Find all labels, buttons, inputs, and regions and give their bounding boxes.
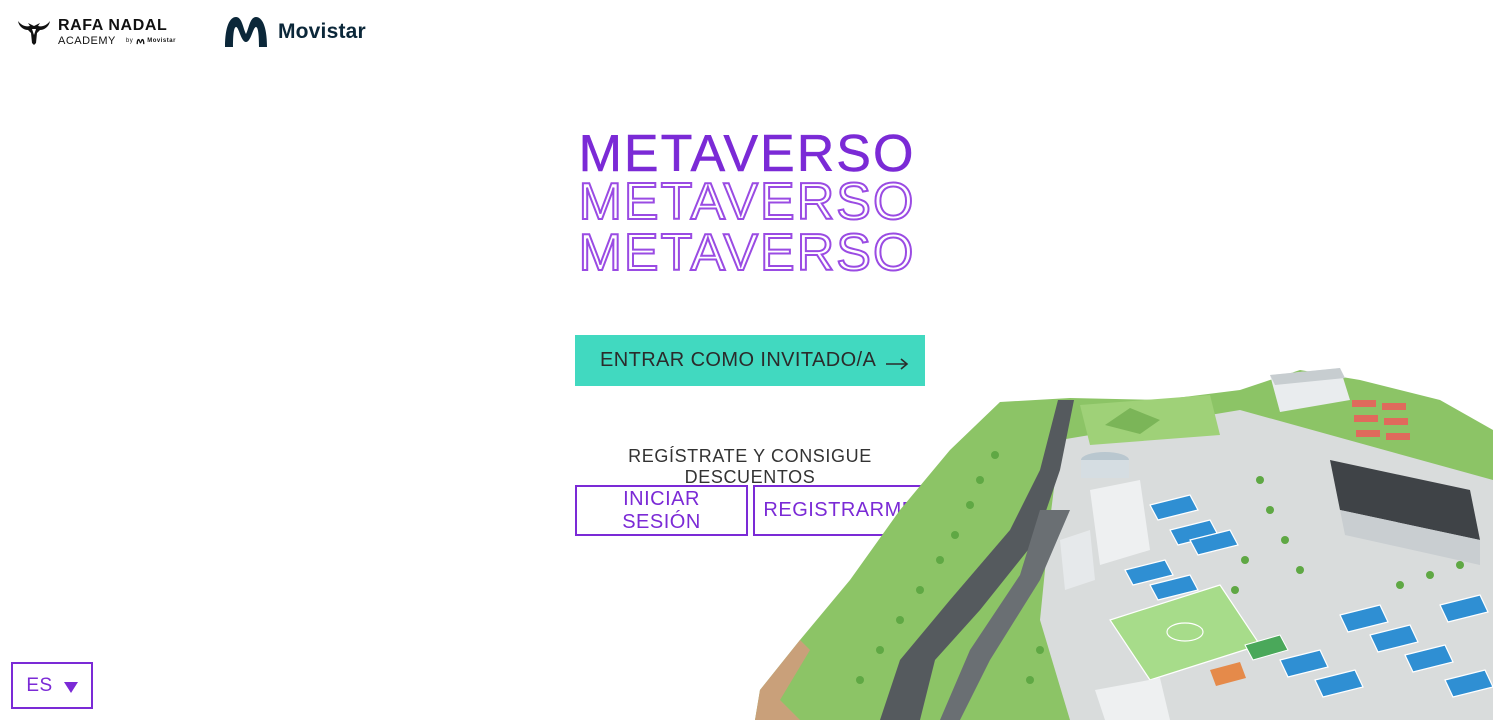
- partner-name: Movistar: [147, 38, 176, 44]
- title-line-3: METAVERSO: [578, 224, 915, 280]
- language-value: ES: [26, 674, 53, 696]
- movistar-mini-icon: [136, 38, 145, 44]
- academy-campus-illustration: [740, 360, 1493, 720]
- movistar-logo[interactable]: Movistar: [222, 14, 366, 50]
- rafa-nadal-academy-logo[interactable]: RAFA NADAL ACADEMY by Movistar: [16, 17, 176, 47]
- academy-name: RAFA NADAL: [58, 16, 168, 34]
- metaverso-title: METAVERSO METAVERSO METAVERSO: [0, 125, 1493, 280]
- header-logos: RAFA NADAL ACADEMY by Movistar Movistar: [16, 14, 366, 50]
- language-selector[interactable]: ES: [11, 662, 93, 709]
- movistar-m-icon: [222, 14, 270, 50]
- title-line-2: METAVERSO: [578, 173, 915, 231]
- movistar-wordmark: Movistar: [277, 20, 366, 43]
- main-building: [1090, 480, 1150, 565]
- academy-subtitle: ACADEMY: [58, 34, 116, 47]
- bull-icon: [16, 17, 52, 47]
- partner-mini-logo: Movistar: [136, 38, 176, 45]
- caret-down-icon: [63, 680, 78, 693]
- by-label: by: [125, 38, 134, 44]
- login-button[interactable]: INICIAR SESIÓN: [575, 485, 748, 536]
